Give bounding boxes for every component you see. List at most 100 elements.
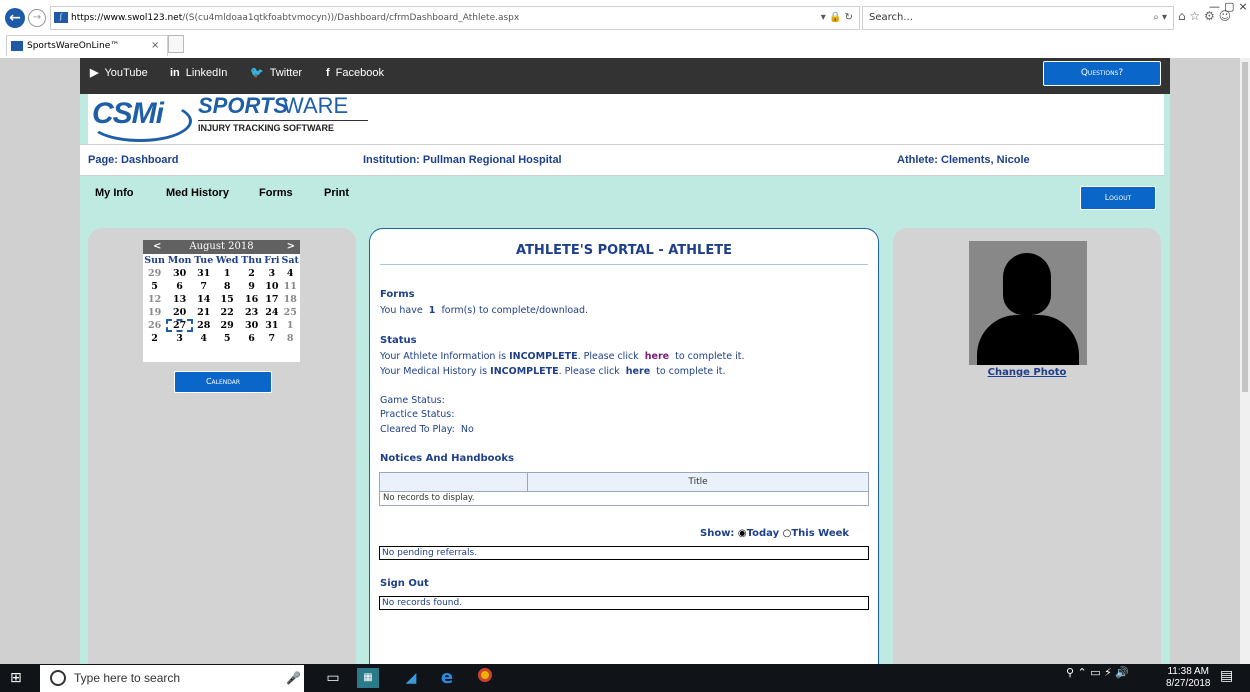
logout-button[interactable]: Logout — [1080, 186, 1156, 210]
avatar-head — [1003, 253, 1051, 315]
browser-search-input[interactable]: Search... ⌕ ▾ — [862, 6, 1174, 30]
twitter-link[interactable]: 🐦 Twitter — [250, 58, 302, 88]
show-today-label[interactable]: Today — [747, 528, 779, 539]
calendar-day[interactable]: 4 — [280, 267, 300, 280]
calendar-day[interactable]: 5 — [214, 332, 239, 345]
notices-col-title[interactable]: Title — [528, 473, 868, 491]
calendar-day-header: Wed — [215, 255, 239, 266]
url-host: https://www.swol123.net — [71, 13, 183, 23]
calendar-day[interactable]: 28 — [193, 319, 215, 332]
calendar-day[interactable]: 11 — [280, 280, 300, 293]
logo-sports: SPORTS — [198, 93, 289, 118]
linkedin-link[interactable]: in LinkedIn — [170, 58, 227, 88]
windows-start-icon[interactable]: ⊞ — [10, 670, 22, 686]
calendar-day[interactable]: 2 — [143, 332, 166, 345]
maximize-icon[interactable]: ▢ — [1224, 0, 1234, 13]
calendar-day[interactable]: 6 — [166, 280, 193, 293]
calendar-day[interactable]: 1 — [280, 319, 300, 332]
calendar-day[interactable]: 31 — [193, 267, 215, 280]
internet-explorer-icon[interactable]: e — [436, 668, 458, 688]
calendar-day[interactable]: 3 — [166, 332, 193, 345]
menu-my-info[interactable]: My Info — [95, 187, 134, 199]
practice-status: Practice Status: — [380, 409, 455, 420]
system-tray[interactable]: ⚲ ⌃ ▭ ⚡ 🔊 — [1066, 666, 1129, 679]
page-scrollbar[interactable] — [1240, 58, 1250, 664]
app-icon[interactable]: ▦ — [357, 668, 379, 688]
tab-close-icon[interactable]: × — [151, 36, 159, 56]
calendar-day[interactable]: 12 — [143, 293, 166, 306]
calendar-day[interactable]: 2 — [240, 267, 263, 280]
med-history-post: to complete it. — [656, 366, 726, 377]
taskbar-search-placeholder: Type here to search — [74, 671, 181, 685]
med-history-here-link[interactable]: here — [626, 366, 650, 377]
calendar-day[interactable]: 16 — [240, 293, 263, 306]
notifications-icon[interactable]: ▤ — [1220, 668, 1233, 684]
taskbar-search[interactable]: Type here to search 🎤 — [40, 665, 304, 692]
calendar-day[interactable]: 26 — [143, 319, 166, 332]
calendar-header: August 2018 < > — [143, 240, 300, 254]
athlete-info-here-link[interactable]: here — [645, 351, 669, 362]
calendar-day[interactable]: 13 — [166, 293, 193, 306]
youtube-link[interactable]: ▶ YouTube — [90, 58, 148, 88]
calendar-day[interactable]: 25 — [280, 306, 300, 319]
taskbar-app-icon[interactable]: ◢ — [400, 668, 422, 688]
menu-med-history[interactable]: Med History — [166, 187, 229, 199]
address-bar[interactable]: ʃ https://www.swol123.net/(S(cu4mldoaa1q… — [50, 6, 860, 30]
calendar-day[interactable]: 1 — [214, 267, 239, 280]
calendar-day[interactable]: 19 — [143, 306, 166, 319]
calendar-prev-icon[interactable]: < — [153, 240, 161, 254]
microphone-icon[interactable]: 🎤 — [286, 665, 301, 692]
forms-count[interactable]: 1 — [429, 305, 436, 316]
med-history-line: Your Medical History is INCOMPLETE. Plea… — [380, 366, 726, 377]
calendar-day[interactable]: 6 — [240, 332, 263, 345]
radio-today[interactable]: ◉ — [738, 528, 747, 539]
show-week-label[interactable]: This Week — [791, 528, 849, 539]
calendar-day[interactable]: 3 — [263, 267, 280, 280]
calendar-day[interactable]: 8 — [214, 280, 239, 293]
scrollbar-thumb[interactable] — [1242, 62, 1248, 392]
address-tools-icon[interactable]: ▾ 🔒 ↻ — [821, 7, 853, 29]
menu-print[interactable]: Print — [324, 187, 349, 199]
browser-tab[interactable]: SportsWareOnLine™ × — [6, 35, 168, 56]
taskbar-clock[interactable]: 11:38 AM 8/27/2018 — [1166, 666, 1211, 690]
calendar-day[interactable]: 24 — [263, 306, 280, 319]
task-view-icon[interactable]: ▭ — [322, 668, 344, 688]
calendar-day[interactable]: 15 — [214, 293, 239, 306]
questions-button[interactable]: Questions? — [1043, 61, 1161, 86]
calendar-button[interactable]: Calendar — [174, 371, 272, 393]
calendar-day[interactable]: 17 — [263, 293, 280, 306]
minimize-icon[interactable]: — — [1209, 0, 1220, 13]
calendar-day[interactable]: 29 — [214, 319, 239, 332]
calendar-day[interactable]: 10 — [263, 280, 280, 293]
calendar-day[interactable]: 29 — [143, 267, 166, 280]
back-icon[interactable]: ← — [5, 8, 25, 28]
calendar-day[interactable]: 30 — [166, 267, 193, 280]
calendar-day[interactable]: 18 — [280, 293, 300, 306]
calendar-next-icon[interactable]: > — [287, 240, 295, 254]
calendar-day[interactable]: 9 — [240, 280, 263, 293]
calendar-day[interactable]: 22 — [214, 306, 239, 319]
menu-forms[interactable]: Forms — [259, 187, 293, 199]
new-tab-button[interactable] — [168, 35, 184, 53]
calendar-day[interactable]: 23 — [240, 306, 263, 319]
forward-icon[interactable]: → — [28, 9, 46, 27]
chrome-icon[interactable] — [474, 668, 496, 688]
calendar-day[interactable]: 20 — [166, 306, 193, 319]
window-controls[interactable]: — ▢ × — [1205, 0, 1250, 13]
calendar-day[interactable]: 30 — [240, 319, 263, 332]
calendar-day[interactable]: 8 — [280, 332, 300, 345]
calendar-day[interactable]: 4 — [193, 332, 215, 345]
calendar-day-selected[interactable]: 27 — [166, 319, 193, 332]
facebook-link[interactable]: f Facebook — [326, 58, 384, 88]
close-window-icon[interactable]: × — [1238, 0, 1247, 13]
calendar-day[interactable]: 21 — [193, 306, 215, 319]
change-photo-link[interactable]: Change Photo — [893, 367, 1161, 378]
calendar-day[interactable]: 31 — [263, 319, 280, 332]
calendar-day-header: Fri — [264, 255, 280, 266]
url-text[interactable]: https://www.swol123.net/(S(cu4mldoaa1qtk… — [71, 7, 519, 29]
calendar-day[interactable]: 7 — [263, 332, 280, 345]
search-icon[interactable]: ⌕ ▾ — [1153, 7, 1167, 29]
calendar-day[interactable]: 5 — [143, 280, 166, 293]
calendar-day[interactable]: 14 — [193, 293, 215, 306]
calendar-day[interactable]: 7 — [193, 280, 215, 293]
